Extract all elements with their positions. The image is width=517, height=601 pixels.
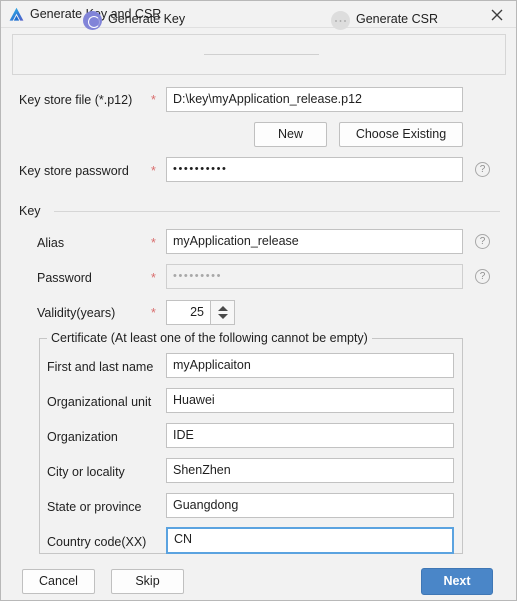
state-or-province-input[interactable]: Guangdong [166, 493, 454, 518]
validity-input[interactable]: 25 [166, 300, 211, 325]
step-active-dot-icon [83, 11, 102, 30]
key-store-password-required-marker: * [151, 164, 156, 178]
alias-label: Alias [37, 236, 65, 250]
title-bar: Generate Key and CSR [1, 1, 516, 28]
first-and-last-name-label: First and last name [47, 360, 154, 374]
first-and-last-name-input[interactable]: myApplicaiton [166, 353, 454, 378]
organizational-unit-input[interactable]: Huawei [166, 388, 454, 413]
password-label: Password [37, 271, 92, 285]
alias-input[interactable]: myApplication_release [166, 229, 463, 254]
key-store-file-required-marker: * [151, 93, 156, 107]
new-button[interactable]: New [254, 122, 327, 147]
password-required-marker: * [151, 271, 156, 285]
spinner-up-icon[interactable] [218, 306, 228, 311]
country-code-input[interactable]: CN [166, 527, 454, 554]
password-input[interactable]: ••••••••• [166, 264, 463, 289]
spinner-down-icon[interactable] [218, 314, 228, 319]
alias-required-marker: * [151, 236, 156, 250]
choose-existing-button[interactable]: Choose Existing [339, 122, 463, 147]
key-store-password-help-icon[interactable]: ? [475, 162, 490, 177]
alias-help-icon[interactable]: ? [475, 234, 490, 249]
city-or-locality-label: City or locality [47, 465, 125, 479]
generate-key-and-csr-dialog: Generate Key and CSR Generate Key Genera… [0, 0, 517, 601]
step-connector-line [204, 54, 319, 55]
password-help-icon[interactable]: ? [475, 269, 490, 284]
step-generate-key-label: Generate Key [108, 12, 186, 26]
validity-label: Validity(years) [37, 306, 116, 320]
country-code-label: Country code(XX) [47, 535, 147, 549]
step-generate-csr-label: Generate CSR [356, 12, 438, 26]
organization-input[interactable]: IDE [166, 423, 454, 448]
organization-label: Organization [47, 430, 118, 444]
close-icon[interactable] [486, 4, 508, 26]
skip-button[interactable]: Skip [111, 569, 184, 594]
validity-required-marker: * [151, 306, 156, 320]
key-store-password-label: Key store password [19, 164, 129, 178]
key-group-divider [54, 211, 500, 212]
next-button[interactable]: Next [421, 568, 493, 595]
key-store-file-input[interactable]: D:\key\myApplication_release.p12 [166, 87, 463, 112]
step-inactive-dot-icon [331, 11, 350, 30]
key-store-file-label: Key store file (*.p12) [19, 93, 133, 107]
validity-stepper[interactable] [211, 300, 235, 325]
city-or-locality-input[interactable]: ShenZhen [166, 458, 454, 483]
key-group-label: Key [19, 204, 46, 218]
cancel-button[interactable]: Cancel [22, 569, 95, 594]
key-store-password-input[interactable]: •••••••••• [166, 157, 463, 182]
organizational-unit-label: Organizational unit [47, 395, 152, 409]
deveco-logo-icon [8, 6, 25, 23]
certificate-legend: Certificate (At least one of the followi… [47, 331, 372, 345]
state-or-province-label: State or province [47, 500, 142, 514]
